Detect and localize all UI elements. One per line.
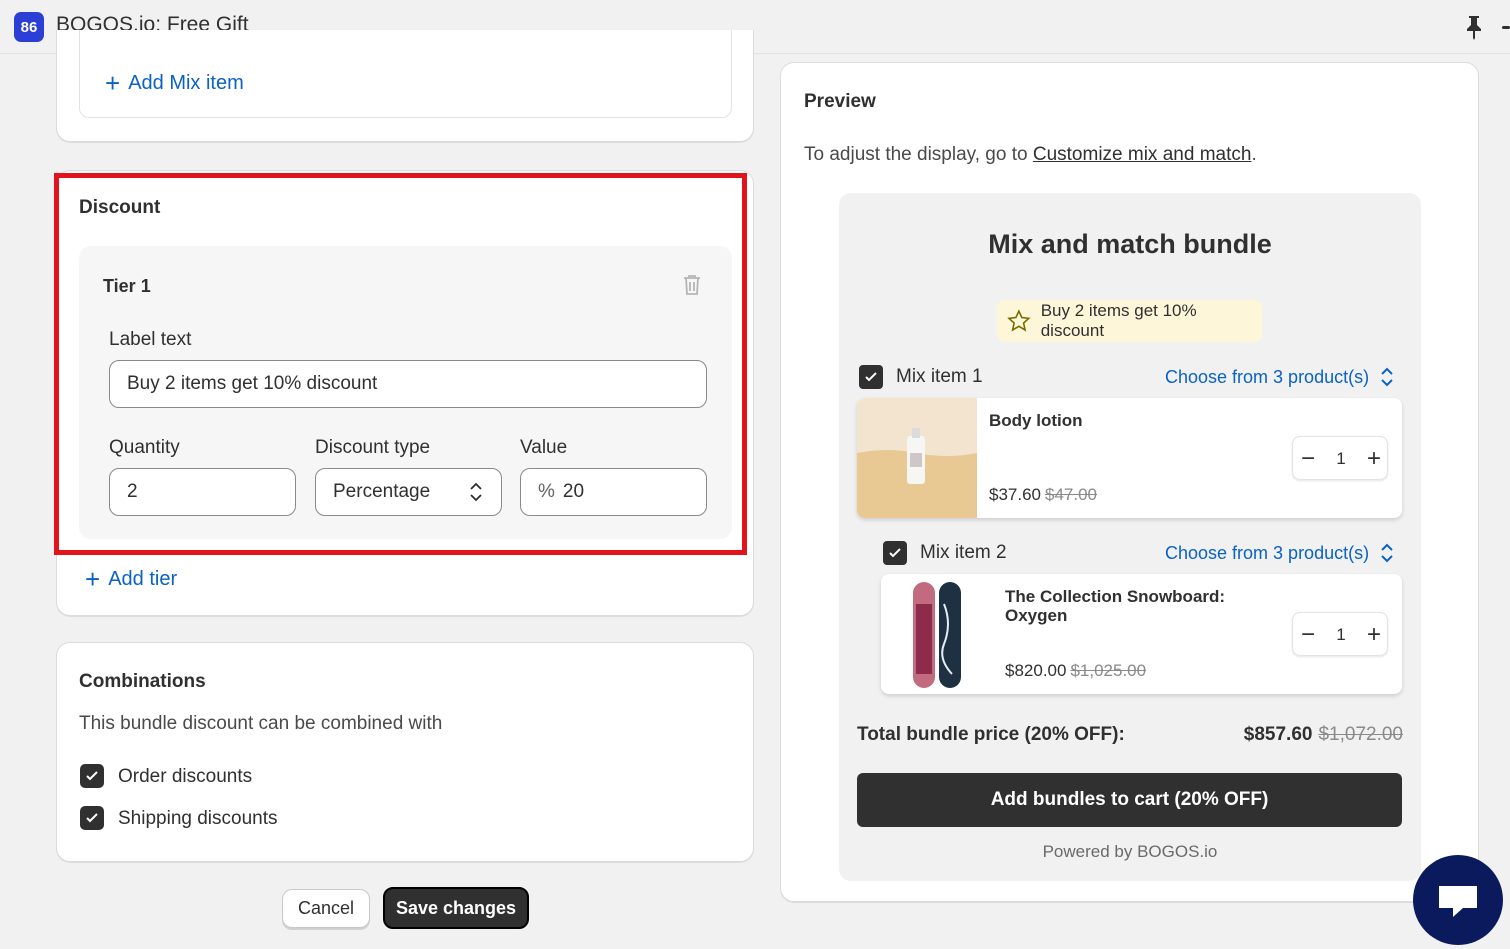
- label-text-input[interactable]: Buy 2 items get 10% discount: [109, 360, 707, 408]
- preview-title: Preview: [804, 91, 876, 112]
- discount-type-value: Percentage: [333, 481, 431, 502]
- total-price: $857.60 $1,072.00: [1244, 724, 1403, 746]
- add-to-cart-button[interactable]: Add bundles to cart (20% OFF): [857, 773, 1402, 827]
- quantity-value: 2: [127, 481, 138, 502]
- tier-box: Tier 1 Label text Buy 2 items get 10% di…: [79, 246, 732, 539]
- product-card-body-lotion: Body lotion $37.60 $47.00 − 1 +: [857, 398, 1402, 518]
- body-lotion-image: [857, 398, 977, 518]
- choose-label: Choose from 3 product(s): [1165, 542, 1370, 563]
- product-card-snowboard: The Collection Snowboard: Oxygen $820.00…: [881, 574, 1402, 694]
- combinations-card: Combinations This bundle discount can be…: [56, 642, 754, 862]
- label-text-label: Label text: [109, 329, 192, 350]
- mix-item-2-choose[interactable]: Choose from 3 product(s): [1165, 541, 1395, 565]
- combinations-title: Combinations: [79, 671, 206, 692]
- product-name: Body lotion: [989, 411, 1083, 430]
- cancel-button[interactable]: Cancel: [282, 889, 370, 928]
- bundle-widget: Mix and match bundle Buy 2 items get 10%…: [839, 193, 1421, 881]
- discount-title: Discount: [79, 197, 161, 218]
- shipping-discounts-label: Shipping discounts: [118, 808, 278, 829]
- promo-badge: Buy 2 items get 10% discount: [997, 300, 1262, 342]
- app-logo: 86: [14, 12, 44, 42]
- product-price: $820.00 $1,025.00: [1005, 661, 1146, 681]
- price-current: $37.60: [989, 485, 1041, 504]
- discount-type-label: Discount type: [315, 437, 431, 458]
- label-text-value: Buy 2 items get 10% discount: [127, 373, 378, 394]
- discount-type-select[interactable]: Percentage: [315, 468, 502, 516]
- mix-item-1-choose[interactable]: Choose from 3 product(s): [1165, 365, 1395, 389]
- mix-items-card: + Add Mix item: [56, 30, 754, 142]
- quantity-input[interactable]: 2: [109, 468, 296, 516]
- plus-icon: +: [85, 564, 101, 594]
- shipping-discounts-checkbox[interactable]: [80, 806, 104, 830]
- check-icon: [889, 548, 901, 558]
- customize-link[interactable]: Customize mix and match: [1033, 144, 1252, 165]
- price-old: $1,025.00: [1070, 661, 1147, 680]
- price-current: $820.00: [1005, 661, 1067, 680]
- plus-icon: +: [105, 68, 121, 98]
- preview-description: To adjust the display, go to Customize m…: [804, 144, 1257, 166]
- add-tier-label: Add tier: [108, 567, 178, 590]
- plus-button[interactable]: +: [1359, 437, 1389, 481]
- total-price-old: $1,072.00: [1318, 724, 1403, 745]
- order-discounts-checkbox[interactable]: [80, 764, 104, 788]
- plus-button[interactable]: +: [1359, 613, 1389, 657]
- total-price-current: $857.60: [1243, 724, 1313, 745]
- product-price: $37.60 $47.00: [989, 485, 1097, 505]
- quantity-label: Quantity: [109, 437, 180, 458]
- add-mix-item-label: Add Mix item: [128, 71, 244, 94]
- discount-card: Discount Tier 1 Label text Buy 2 items g…: [56, 170, 754, 616]
- quantity-value: 1: [1336, 625, 1346, 644]
- chat-icon: [1439, 886, 1477, 917]
- save-button[interactable]: Save changes: [383, 887, 529, 929]
- check-icon: [865, 372, 877, 382]
- trash-icon[interactable]: [681, 273, 703, 297]
- check-icon: [86, 813, 98, 823]
- bundle-title: Mix and match bundle: [988, 229, 1272, 259]
- order-discounts-label: Order discounts: [118, 766, 253, 787]
- promo-text: Buy 2 items get 10% discount: [1040, 301, 1197, 340]
- preview-card: Preview To adjust the display, go to Cus…: [780, 62, 1479, 902]
- mix-item-1-label: Mix item 1: [896, 366, 983, 387]
- price-old: $47.00: [1045, 485, 1097, 504]
- minus-button[interactable]: −: [1293, 437, 1323, 481]
- pin-icon[interactable]: [1462, 14, 1486, 40]
- select-arrows-icon: [1381, 543, 1393, 563]
- add-tier-button[interactable]: + Add tier: [85, 566, 177, 592]
- preview-desc-suffix: .: [1251, 144, 1257, 165]
- mix-item-2-label: Mix item 2: [920, 542, 1007, 563]
- choose-label: Choose from 3 product(s): [1165, 366, 1370, 387]
- mix-items-box: + Add Mix item: [79, 30, 732, 118]
- value-prefix: %: [538, 481, 555, 502]
- select-arrows-icon: [1381, 367, 1393, 387]
- quantity-stepper: − 1 +: [1292, 436, 1388, 480]
- mix-item-1-checkbox[interactable]: [859, 365, 883, 389]
- total-label: Total bundle price (20% OFF):: [857, 724, 1125, 745]
- powered-by: Powered by BOGOS.io: [1042, 842, 1218, 861]
- chat-button[interactable]: [1413, 855, 1503, 945]
- star-icon: [1007, 309, 1031, 332]
- combinations-description: This bundle discount can be combined wit…: [79, 713, 443, 734]
- tier-title: Tier 1: [103, 276, 151, 296]
- minus-button[interactable]: −: [1293, 613, 1323, 657]
- value-input[interactable]: % 20: [520, 468, 707, 516]
- value-label: Value: [520, 437, 568, 458]
- value-value: 20: [562, 481, 585, 502]
- quantity-value: 1: [1336, 449, 1346, 468]
- quantity-stepper: − 1 +: [1292, 612, 1388, 656]
- check-icon: [86, 771, 98, 781]
- product-name: The Collection Snowboard: Oxygen: [1005, 587, 1226, 625]
- mix-item-2-checkbox[interactable]: [883, 541, 907, 565]
- select-arrows-icon: [470, 482, 482, 502]
- add-mix-item-button[interactable]: + Add Mix item: [105, 70, 244, 96]
- preview-desc-prefix: To adjust the display, go to: [804, 144, 1033, 165]
- snowboard-image: [881, 574, 1001, 694]
- more-icon[interactable]: [1502, 26, 1510, 29]
